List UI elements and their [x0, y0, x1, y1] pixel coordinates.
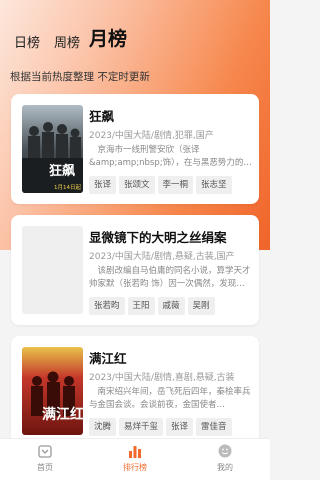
- tab-day[interactable]: 日榜: [14, 32, 40, 51]
- actor-tag[interactable]: 戚薇: [157, 297, 185, 315]
- actor-tag[interactable]: 雷佳音: [196, 418, 232, 436]
- actor-list: 张译 张颂文 李一桐 张志坚: [89, 172, 257, 194]
- actor-tag[interactable]: 张译: [89, 176, 117, 194]
- tabbar-home-label: 首页: [37, 463, 53, 472]
- tab-month[interactable]: 月榜: [89, 24, 127, 51]
- tab-week[interactable]: 周榜: [54, 32, 80, 51]
- ranking-tabs: 日榜 周榜 月榜: [0, 24, 270, 54]
- bottom-tabbar: 首页 排行榜 我的: [0, 438, 270, 480]
- actor-tag[interactable]: 张志坚: [196, 176, 232, 194]
- actor-list: 张若昀 王阳 戚薇 吴刚: [89, 293, 257, 315]
- tabbar-ranking[interactable]: 排行榜: [100, 443, 170, 473]
- item-title: 显微镜下的大明之丝绢案: [89, 230, 227, 245]
- poster-title-text: 满江红: [42, 406, 83, 423]
- item-title: 狂飙: [89, 109, 115, 124]
- item-meta: 2023/中国大陆/剧情,犯罪,国产: [89, 131, 214, 141]
- tabbar-ranking-label: 排行榜: [123, 463, 147, 472]
- actor-tag[interactable]: 张若昀: [89, 297, 125, 315]
- list-item[interactable]: 狂飙 1月14日起 狂飙 2023/中国大陆/剧情,犯罪,国产 京海市一线刑警安…: [11, 94, 259, 204]
- home-icon: [38, 445, 52, 458]
- item-meta: 2023/中国大陆/剧情,喜剧,悬疑,古装: [89, 373, 235, 383]
- item-description: 该剧改编自马伯庸的同名小说，算学天才帅家默（张若昀 饰）因一次偶然，发现…: [89, 266, 251, 289]
- poster-date-text: 1月14日起: [54, 184, 81, 191]
- poster-placeholder: [22, 226, 83, 314]
- item-description: 京海市一线刑警安欣（张译&amp;amp;nbsp;饰），在与黑恶势力的…: [89, 145, 252, 168]
- actor-list: 沈腾 易烊千玺 张译 雷佳音: [89, 414, 257, 436]
- smile-face-icon: [218, 444, 232, 458]
- list-item[interactable]: 满江红 满江红 2023/中国大陆/剧情,喜剧,悬疑,古装 南宋绍兴年间，岳飞死…: [11, 336, 259, 446]
- actor-tag[interactable]: 李一桐: [157, 176, 194, 194]
- poster-image: 满江红: [22, 347, 83, 435]
- list-item[interactable]: 显微镜下的大明之丝绢案 2023/中国大陆/剧情,悬疑,古装,国产 该剧改编自马…: [11, 215, 259, 325]
- item-meta: 2023/中国大陆/剧情,悬疑,古装,国产: [89, 252, 235, 262]
- item-description: 南宋绍兴年间，岳飞死后四年，秦桧率兵与金国会谈。会谈前夜，金国使者…: [89, 387, 251, 410]
- poster-title-text: 狂飙: [49, 163, 75, 179]
- item-title: 满江红: [89, 351, 127, 366]
- tabbar-mine[interactable]: 我的: [190, 443, 260, 473]
- actor-tag[interactable]: 王阳: [127, 297, 155, 315]
- actor-tag[interactable]: 张译: [166, 418, 194, 436]
- bar-chart-icon: [129, 446, 141, 458]
- actor-tag[interactable]: 易烊千玺: [119, 418, 164, 436]
- actor-tag[interactable]: 吴刚: [187, 297, 215, 315]
- ranking-subtitle: 根据当前热度整理 不定时更新: [10, 71, 150, 83]
- tabbar-home[interactable]: 首页: [10, 443, 80, 473]
- actor-tag[interactable]: 沈腾: [89, 418, 117, 436]
- tabbar-mine-label: 我的: [217, 463, 233, 472]
- poster-image: 狂飙 1月14日起: [22, 105, 83, 193]
- actor-tag[interactable]: 张颂文: [119, 176, 155, 194]
